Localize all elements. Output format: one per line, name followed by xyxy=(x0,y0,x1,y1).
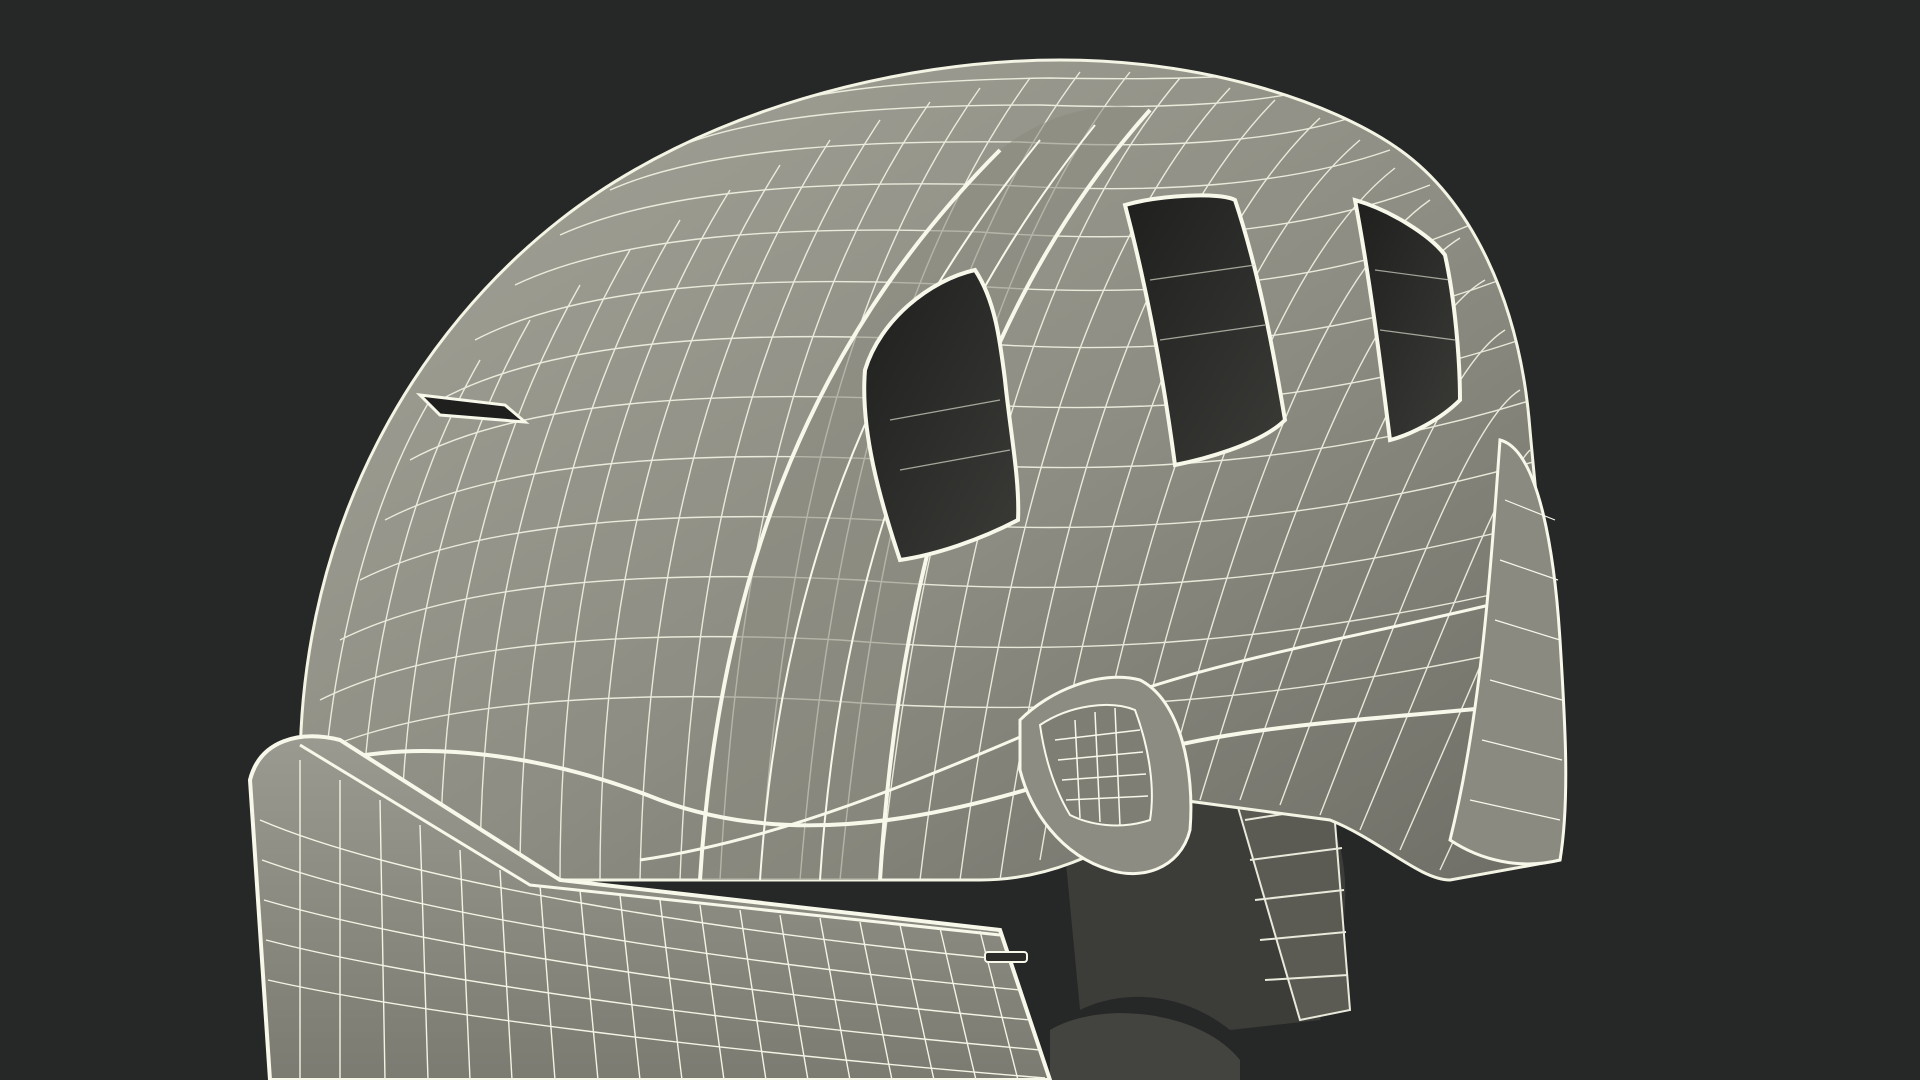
render-viewport xyxy=(0,0,1920,1080)
helmet-model xyxy=(247,58,1568,1080)
